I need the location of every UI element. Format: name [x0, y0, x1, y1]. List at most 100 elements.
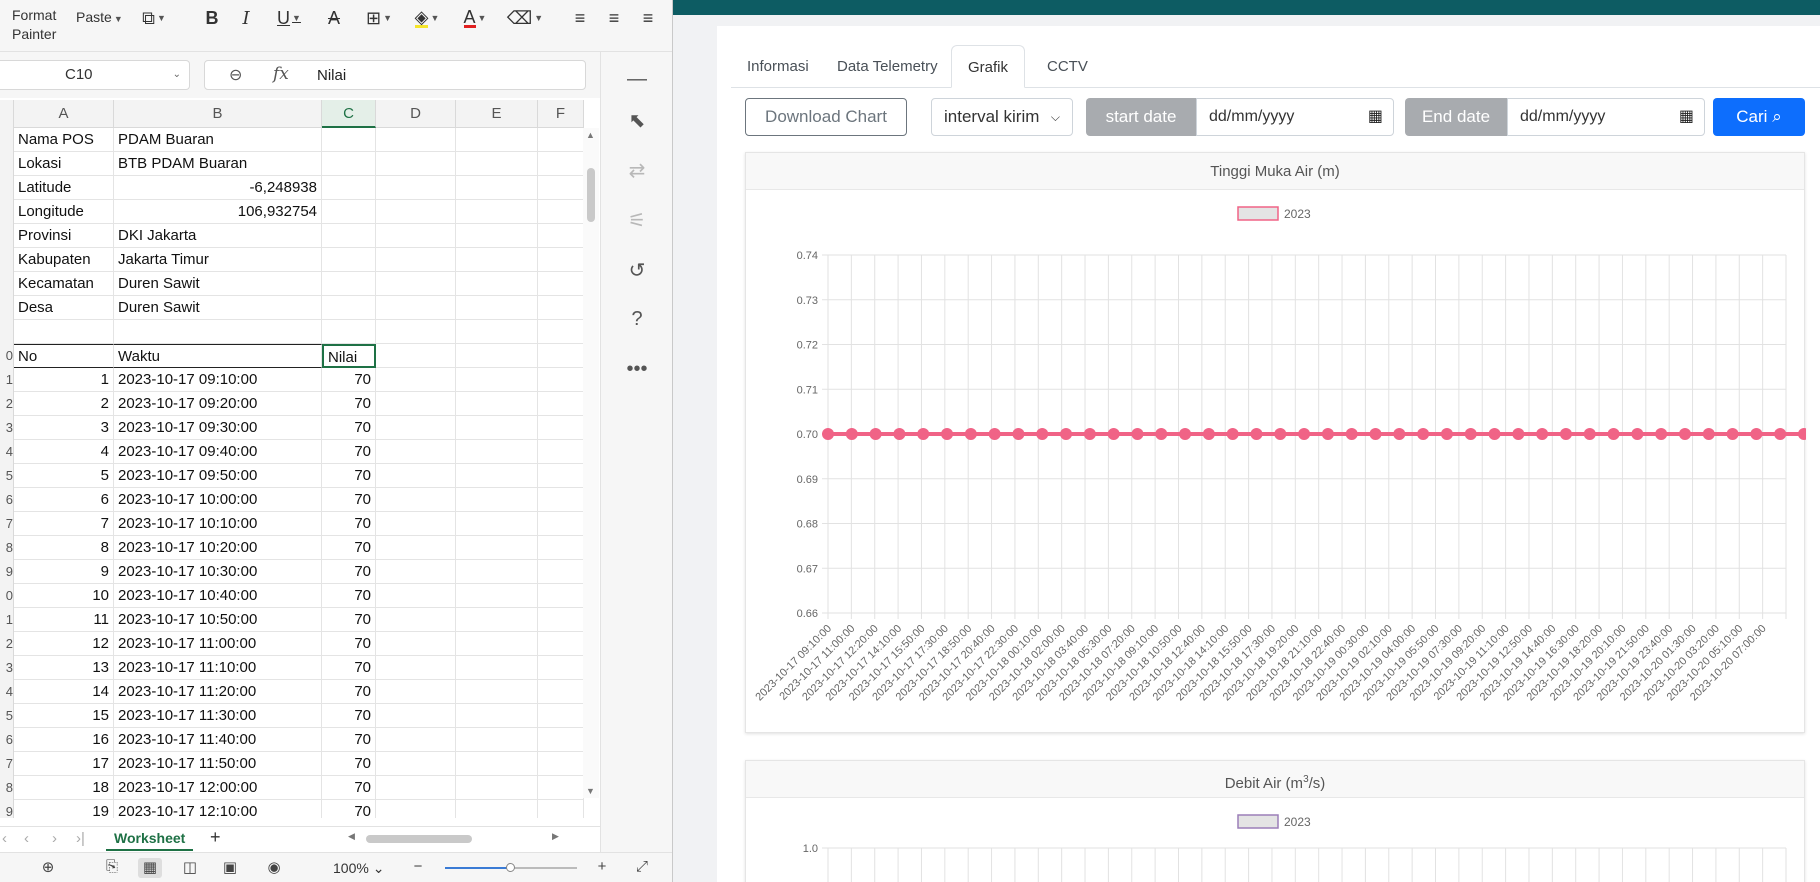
cell[interactable] [456, 128, 538, 152]
cell[interactable] [456, 728, 538, 752]
column-header[interactable]: C [322, 100, 376, 128]
cell[interactable] [538, 560, 584, 584]
start-date-input[interactable]: dd/mm/yyyy ▦ [1196, 98, 1394, 136]
cell[interactable] [538, 368, 584, 392]
row-number[interactable]: 3 [0, 656, 14, 680]
row-number[interactable] [0, 200, 14, 224]
data-point[interactable] [1440, 428, 1453, 440]
copy-icon[interactable]: ⧉ ▼ [134, 6, 174, 30]
cell[interactable] [376, 128, 456, 152]
zoom-slider[interactable] [445, 863, 577, 872]
cell[interactable]: 70 [322, 416, 376, 440]
row-number[interactable] [0, 224, 14, 248]
cell[interactable]: 19 [14, 800, 114, 818]
cell[interactable]: No [14, 344, 114, 368]
cell[interactable]: 5 [14, 464, 114, 488]
cell[interactable]: 14 [14, 680, 114, 704]
italic-icon[interactable]: I [232, 6, 260, 30]
row-number[interactable]: 0 [0, 584, 14, 608]
data-point[interactable] [964, 428, 977, 440]
row-number[interactable]: 9 [0, 800, 14, 818]
select-all-corner[interactable] [0, 100, 14, 128]
select-icon[interactable]: ⬉ [623, 108, 651, 136]
cell[interactable]: -6,248938 [114, 176, 322, 200]
cell[interactable] [456, 440, 538, 464]
cell[interactable] [376, 392, 456, 416]
row-number[interactable]: 4 [0, 680, 14, 704]
cell[interactable] [376, 200, 456, 224]
cell[interactable]: 2023-10-17 10:20:00 [114, 536, 322, 560]
cell[interactable]: BTB PDAM Buaran [114, 152, 322, 176]
cell[interactable]: 11 [14, 608, 114, 632]
tab-data-telemetry[interactable]: Data Telemetry [821, 45, 954, 88]
data-point[interactable] [1536, 428, 1549, 440]
interval-select[interactable]: interval kirim ⌵ [931, 98, 1073, 136]
cell[interactable] [538, 200, 584, 224]
data-point[interactable] [941, 428, 954, 440]
data-point[interactable] [988, 428, 1001, 440]
data-point[interactable] [1393, 428, 1406, 440]
cell[interactable] [538, 800, 584, 818]
data-point[interactable] [1655, 428, 1668, 440]
tab-cctv[interactable]: CCTV [1031, 45, 1104, 88]
cell[interactable] [376, 704, 456, 728]
cell[interactable] [376, 776, 456, 800]
data-point[interactable] [822, 428, 834, 440]
cell[interactable]: Duren Sawit [114, 296, 322, 320]
calendar-icon[interactable]: ▦ [1679, 99, 1694, 135]
cell[interactable]: DKI Jakarta [114, 224, 322, 248]
cell[interactable] [456, 464, 538, 488]
cell[interactable]: 70 [322, 440, 376, 464]
cell[interactable] [456, 536, 538, 560]
cell[interactable]: Provinsi [14, 224, 114, 248]
magnifier-icon[interactable]: ⊖ [229, 65, 242, 85]
cell[interactable]: 70 [322, 656, 376, 680]
cell[interactable] [376, 440, 456, 464]
search-button[interactable]: Cari ⌕ [1713, 98, 1805, 136]
cell[interactable] [456, 272, 538, 296]
strikethrough-icon[interactable]: A [320, 6, 348, 30]
cell[interactable]: PDAM Buaran [114, 128, 322, 152]
data-point[interactable] [1298, 428, 1311, 440]
cell[interactable]: 2 [14, 392, 114, 416]
cell[interactable]: 1 [14, 368, 114, 392]
row-number[interactable] [0, 152, 14, 176]
cell[interactable]: 12 [14, 632, 114, 656]
cell[interactable] [376, 416, 456, 440]
row-number[interactable] [0, 296, 14, 320]
data-point[interactable] [869, 428, 882, 440]
font-color-icon[interactable]: A ▼ [454, 6, 496, 30]
cell[interactable]: 70 [322, 752, 376, 776]
cell[interactable]: 2023-10-17 09:50:00 [114, 464, 322, 488]
cell[interactable] [456, 224, 538, 248]
data-point[interactable] [1321, 428, 1334, 440]
bold-icon[interactable]: B [198, 6, 226, 30]
cell[interactable] [538, 296, 584, 320]
cell[interactable] [538, 272, 584, 296]
data-point[interactable] [1417, 428, 1430, 440]
cell[interactable] [114, 320, 322, 344]
cell[interactable] [538, 680, 584, 704]
zoom-in-icon[interactable]: + [590, 858, 614, 878]
data-point[interactable] [1131, 428, 1144, 440]
cell[interactable]: 6 [14, 488, 114, 512]
fill-color-icon[interactable]: ◈ ▼ [406, 6, 448, 30]
cell[interactable] [322, 128, 376, 152]
data-point[interactable] [1083, 428, 1096, 440]
scroll-right-icon[interactable]: ▶ [552, 831, 559, 842]
cell[interactable]: 2023-10-17 11:00:00 [114, 632, 322, 656]
cell[interactable] [376, 488, 456, 512]
cell[interactable]: Nilai [322, 344, 376, 368]
row-number[interactable]: 7 [0, 512, 14, 536]
cell[interactable]: Nama POS [14, 128, 114, 152]
cell[interactable]: Desa [14, 296, 114, 320]
cell[interactable] [456, 560, 538, 584]
cell[interactable]: 2023-10-17 11:40:00 [114, 728, 322, 752]
column-header[interactable]: B [114, 100, 322, 128]
help-icon[interactable]: ? [623, 308, 651, 336]
cell[interactable]: 106,932754 [114, 200, 322, 224]
scroll-down-icon[interactable]: ▼ [586, 786, 595, 796]
cell[interactable]: 10 [14, 584, 114, 608]
row-number[interactable]: 4 [0, 440, 14, 464]
cell[interactable] [456, 296, 538, 320]
